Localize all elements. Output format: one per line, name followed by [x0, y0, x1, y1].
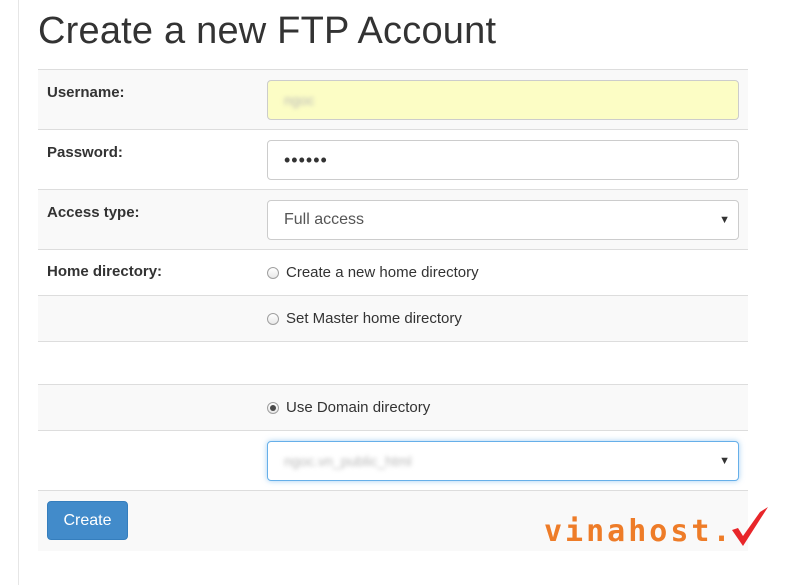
logo-text: vinahost.	[544, 514, 734, 549]
password-input[interactable]: ••••••	[267, 140, 739, 180]
master-home-row: Set Master home directory	[38, 295, 748, 341]
radio-circle-icon[interactable]	[267, 266, 279, 279]
username-value: ngoc	[284, 92, 315, 108]
dropdown-caret-icon: ▼	[719, 455, 730, 467]
radio-use-domain-directory[interactable]: Use Domain directory	[267, 399, 430, 416]
username-row: Username: ngoc	[38, 69, 748, 129]
domain-directory-select[interactable]: ngoc.vn_public_html ▼	[267, 441, 739, 481]
password-value: ••••••	[284, 150, 328, 170]
password-label: Password:	[47, 144, 123, 161]
radio-circle-icon[interactable]	[267, 312, 279, 325]
domain-directory-row: Use Domain directory	[38, 384, 748, 430]
domain-select-row: ngoc.vn_public_html ▼	[38, 430, 748, 490]
radio-create-new-home[interactable]: Create a new home directory	[267, 264, 479, 281]
vinahost-logo: vinahost.	[544, 507, 770, 552]
username-label: Username:	[47, 84, 125, 101]
home-directory-row: Home directory: Create a new home direct…	[38, 249, 748, 295]
dropdown-caret-icon: ▼	[719, 214, 730, 226]
page-title: Create a new FTP Account	[38, 10, 497, 52]
radio-checked-icon[interactable]	[267, 401, 279, 414]
left-border	[18, 0, 19, 585]
ftp-form: Username: ngoc Password: •••••• Access t…	[38, 69, 748, 551]
access-type-label: Access type:	[47, 204, 140, 221]
password-row: Password: ••••••	[38, 129, 748, 189]
checkmark-icon	[731, 507, 768, 546]
create-button[interactable]: Create	[47, 501, 128, 540]
domain-directory-value: ngoc.vn_public_html	[284, 453, 412, 469]
username-input[interactable]: ngoc	[267, 80, 739, 120]
home-directory-label: Home directory:	[47, 263, 163, 280]
access-type-select[interactable]: Full access ▼	[267, 200, 739, 240]
spacer-row	[38, 341, 748, 384]
radio-use-domain-directory-label: Use Domain directory	[286, 399, 431, 416]
radio-create-new-home-label: Create a new home directory	[286, 264, 479, 281]
access-type-row: Access type: Full access ▼	[38, 189, 748, 249]
radio-set-master-home-label: Set Master home directory	[286, 310, 462, 327]
radio-set-master-home[interactable]: Set Master home directory	[267, 310, 462, 327]
access-type-value: Full access	[284, 211, 365, 228]
